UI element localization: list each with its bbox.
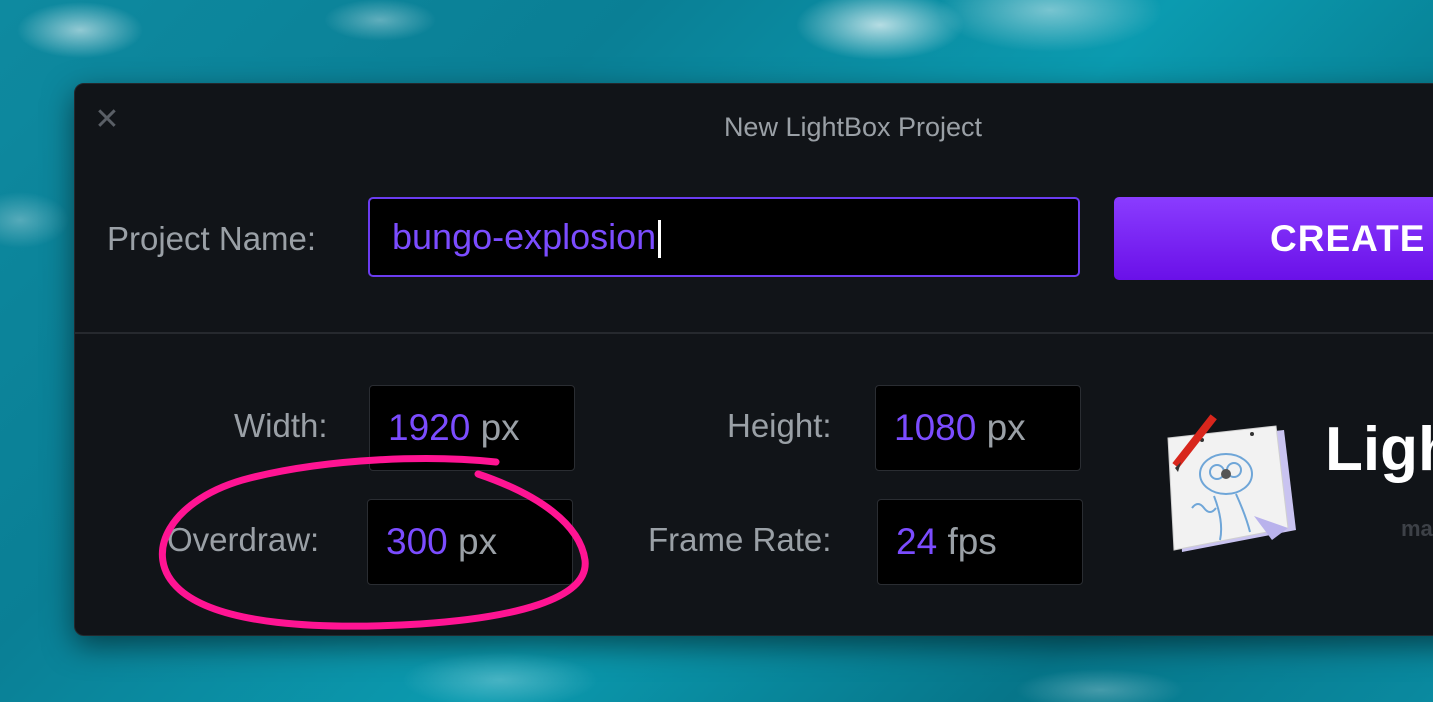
- height-unit: px: [986, 407, 1026, 448]
- overdraw-field[interactable]: 300 px: [367, 499, 573, 585]
- project-name-input[interactable]: bungo-explosion: [368, 197, 1080, 277]
- height-value: 1080: [894, 407, 977, 448]
- create-button[interactable]: CREATE: [1114, 197, 1433, 280]
- divider: [75, 332, 1433, 334]
- new-project-dialog: ✕ New LightBox Project Project Name: bun…: [74, 83, 1433, 636]
- width-label: Width:: [234, 407, 328, 444]
- project-name-label: Project Name:: [107, 220, 317, 257]
- width-value: 1920: [388, 407, 471, 448]
- overdraw-value: 300: [386, 521, 448, 562]
- overdraw-label: Overdraw:: [167, 521, 320, 558]
- frame-rate-value: 24: [896, 521, 938, 562]
- app-name: Ligh: [1325, 415, 1433, 484]
- app-subtitle: ma: [1401, 516, 1433, 541]
- text-caret: [658, 220, 662, 259]
- frame-rate-field[interactable]: 24 fps: [877, 499, 1083, 585]
- dialog-title: New LightBox Project: [723, 112, 983, 142]
- lightbox-sketch-app-icon: [1167, 414, 1296, 552]
- width-unit: px: [480, 407, 520, 448]
- width-field[interactable]: 1920 px: [369, 385, 575, 471]
- height-label: Height:: [727, 407, 832, 444]
- project-name-value: bungo-explosion: [392, 216, 657, 257]
- frame-rate-unit: fps: [947, 521, 997, 562]
- frame-rate-label: Frame Rate:: [648, 521, 832, 558]
- height-field[interactable]: 1080 px: [875, 385, 1081, 471]
- overdraw-unit: px: [458, 521, 498, 562]
